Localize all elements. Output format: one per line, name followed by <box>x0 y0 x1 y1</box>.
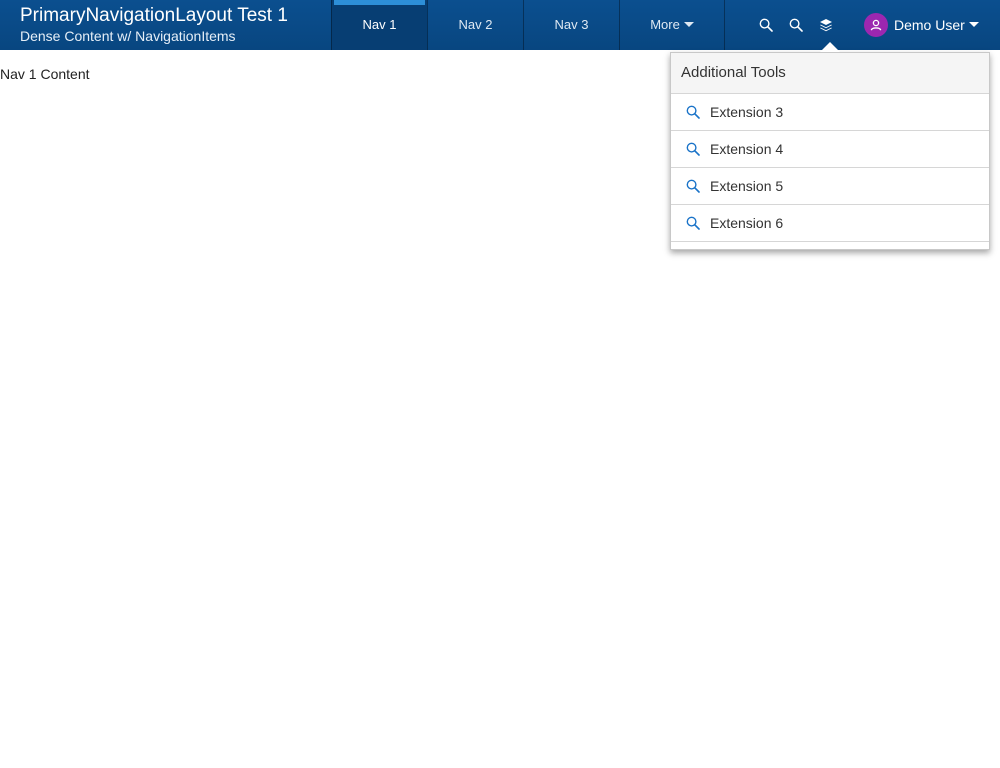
nav-item-label: Nav 3 <box>554 17 589 32</box>
brand: PrimaryNavigationLayout Test 1 Dense Con… <box>20 5 330 45</box>
nav-item-3[interactable]: Nav 3 <box>523 0 619 50</box>
user-icon <box>870 19 882 31</box>
nav-item-1[interactable]: Nav 1 <box>331 0 427 50</box>
avatar <box>864 13 888 37</box>
user-name: Demo User <box>894 17 965 33</box>
search-icon <box>685 215 701 231</box>
primary-nav: Nav 1 Nav 2 Nav 3 More <box>331 0 725 50</box>
popover-item-label: Extension 5 <box>710 178 784 194</box>
nav-item-2[interactable]: Nav 2 <box>427 0 523 50</box>
chevron-down-icon <box>683 22 694 28</box>
search-icon <box>685 141 701 157</box>
nav-more-menu[interactable]: More <box>619 0 725 50</box>
user-menu[interactable]: Demo User <box>864 13 979 37</box>
top-navigation-bar: PrimaryNavigationLayout Test 1 Dense Con… <box>0 0 1000 50</box>
additional-tools-popover: Additional Tools Extension 3 Extension 4… <box>670 52 990 250</box>
search-button-2[interactable] <box>786 12 806 38</box>
popover-arrow <box>820 42 840 52</box>
chevron-down-icon <box>968 21 979 27</box>
search-icon <box>685 104 701 120</box>
popover-item-extension-5[interactable]: Extension 5 <box>671 168 989 205</box>
popover-item-label: Extension 4 <box>710 141 784 157</box>
search-icon <box>759 18 773 32</box>
popover-title: Additional Tools <box>671 53 989 94</box>
popover-item-extension-6[interactable]: Extension 6 <box>671 205 989 242</box>
popover-item-label: Extension 3 <box>710 104 784 120</box>
toolbar <box>756 12 836 38</box>
nav-item-label: Nav 1 <box>362 17 397 32</box>
page-content-label: Nav 1 Content <box>0 66 90 82</box>
search-icon <box>685 178 701 194</box>
popover-item-label: Extension 6 <box>710 215 784 231</box>
search-button-1[interactable] <box>756 12 776 38</box>
layers-button[interactable] <box>816 12 836 38</box>
nav-item-label: Nav 2 <box>458 17 493 32</box>
layers-icon <box>820 19 832 32</box>
popover-item-extension-3[interactable]: Extension 3 <box>671 94 989 131</box>
nav-more-label: More <box>650 17 680 32</box>
popover-item-extension-4[interactable]: Extension 4 <box>671 131 989 168</box>
search-icon <box>789 18 803 32</box>
app-subtitle: Dense Content w/ NavigationItems <box>20 28 236 44</box>
app-title: PrimaryNavigationLayout Test 1 <box>20 5 288 26</box>
